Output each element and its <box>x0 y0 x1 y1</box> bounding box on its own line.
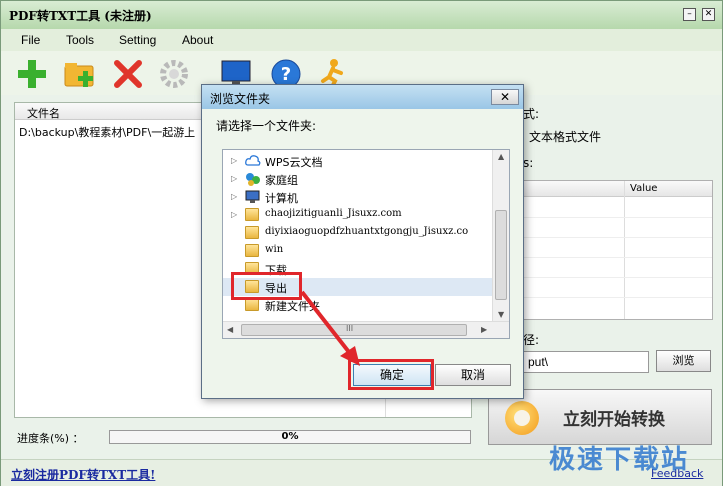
dialog-close-button[interactable]: ✕ <box>491 89 519 105</box>
folder-icon <box>245 226 259 239</box>
menu-file[interactable]: File <box>21 33 40 47</box>
text-format-option[interactable]: 文本格式文件 <box>529 128 601 145</box>
folder-tree[interactable]: ▷ WPS云文档 ▷ 家庭组 ▷ 计算机 ▷ chaojizitiguanli_… <box>222 149 510 339</box>
horizontal-scrollbar[interactable]: ◀ III ▶ <box>223 321 509 338</box>
properties-header: Value <box>524 181 712 197</box>
tree-label: chaojizitiguanli_Jisuxz.com <box>265 208 402 219</box>
tree-label: WPS云文档 <box>265 156 323 169</box>
ok-highlight-box <box>348 359 434 390</box>
svg-text:?: ? <box>281 64 291 85</box>
value-column-header: Value <box>630 183 658 194</box>
horizontal-scroll-thumb[interactable]: III <box>241 324 467 336</box>
cloud-icon <box>245 154 261 167</box>
tree-label: 家庭组 <box>265 174 298 187</box>
column-filename: 文件名 <box>27 107 60 120</box>
scroll-down-arrow-icon[interactable]: ▼ <box>498 310 504 319</box>
progress-bar: 0% <box>109 430 471 444</box>
properties-row-line <box>524 257 712 258</box>
tree-label: 计算机 <box>265 192 298 205</box>
file-row[interactable]: D:\backup\教程素材\PDF\一起游上 <box>19 124 195 140</box>
properties-divider <box>624 181 625 319</box>
watermark-logo: 极速下载站 <box>549 445 690 475</box>
minimize-button[interactable]: – <box>683 8 696 21</box>
tree-label: win <box>265 244 284 255</box>
browse-folder-dialog: 浏览文件夹 ✕ 请选择一个文件夹: ▷ WPS云文档 ▷ 家庭组 ▷ 计算机 ▷ <box>201 84 524 399</box>
vertical-scrollbar[interactable]: ▲ ▼ <box>492 150 509 321</box>
expander-icon[interactable]: ▷ <box>231 156 237 165</box>
output-path-input[interactable]: put\ <box>523 351 649 373</box>
dialog-title: 浏览文件夹 <box>210 92 271 106</box>
browse-button[interactable]: 浏览 <box>656 350 711 372</box>
settings-gear-icon[interactable] <box>157 57 191 91</box>
add-file-icon[interactable] <box>15 57 49 91</box>
menu-tools[interactable]: Tools <box>66 33 94 47</box>
scroll-up-arrow-icon[interactable]: ▲ <box>498 152 504 161</box>
properties-row-line <box>524 217 712 218</box>
title-bar: PDF转TXT工具 (未注册) – ✕ <box>1 1 722 29</box>
progress-value: 0% <box>281 431 299 442</box>
add-folder-icon[interactable] <box>63 57 97 91</box>
properties-label: s: <box>523 156 534 170</box>
menu-about[interactable]: About <box>182 33 213 47</box>
dialog-prompt: 请选择一个文件夹: <box>216 119 317 133</box>
delete-icon[interactable] <box>111 57 145 91</box>
progress-label: 进度条(%) ： <box>17 432 84 445</box>
tree-item-folder[interactable]: win <box>223 242 493 260</box>
folder-highlight-box <box>231 272 302 300</box>
menu-bar: File Tools Setting About <box>1 29 722 51</box>
tree-label: diyixiaoguopdfzhuantxtgongju_Jisuxz.co <box>265 226 469 237</box>
properties-table: Value <box>523 180 713 320</box>
properties-row-line <box>524 277 712 278</box>
tree-item-folder[interactable]: diyixiaoguopdfzhuantxtgongju_Jisuxz.co <box>223 224 493 242</box>
scroll-left-arrow-icon[interactable]: ◀ <box>227 325 233 334</box>
start-convert-label: 立刻开始转换 <box>563 410 665 430</box>
output-format-label: 式: <box>523 107 540 121</box>
folder-icon <box>245 208 259 221</box>
computer-icon <box>245 190 260 203</box>
expander-icon[interactable]: ▷ <box>231 192 237 201</box>
expander-icon[interactable]: ▷ <box>231 210 237 219</box>
properties-row-line <box>524 237 712 238</box>
tree-item-folder[interactable]: ▷ chaojizitiguanli_Jisuxz.com <box>223 206 493 224</box>
scroll-right-arrow-icon[interactable]: ▶ <box>481 325 487 334</box>
tree-item-homegroup[interactable]: ▷ 家庭组 <box>223 170 493 188</box>
properties-row-line <box>524 297 712 298</box>
folder-icon <box>245 244 259 257</box>
tree-item-wps-cloud[interactable]: ▷ WPS云文档 <box>223 152 493 170</box>
menu-setting[interactable]: Setting <box>119 33 156 47</box>
cancel-button[interactable]: 取消 <box>435 364 511 386</box>
vertical-scroll-thumb[interactable] <box>495 210 507 300</box>
refresh-icon <box>505 401 539 435</box>
close-button[interactable]: ✕ <box>702 8 715 21</box>
register-link[interactable]: 立刻注册PDF转TXT工具! <box>11 466 155 483</box>
output-path-label: 径: <box>523 333 540 347</box>
dialog-title-bar: 浏览文件夹 ✕ <box>202 85 523 109</box>
expander-icon[interactable]: ▷ <box>231 174 237 183</box>
homegroup-icon <box>245 172 260 186</box>
window-title: PDF转TXT工具 (未注册) <box>9 9 152 23</box>
tree-label: 新建文件夹 <box>265 300 320 313</box>
scroll-grip: III <box>346 324 354 333</box>
tree-item-computer[interactable]: ▷ 计算机 <box>223 188 493 206</box>
